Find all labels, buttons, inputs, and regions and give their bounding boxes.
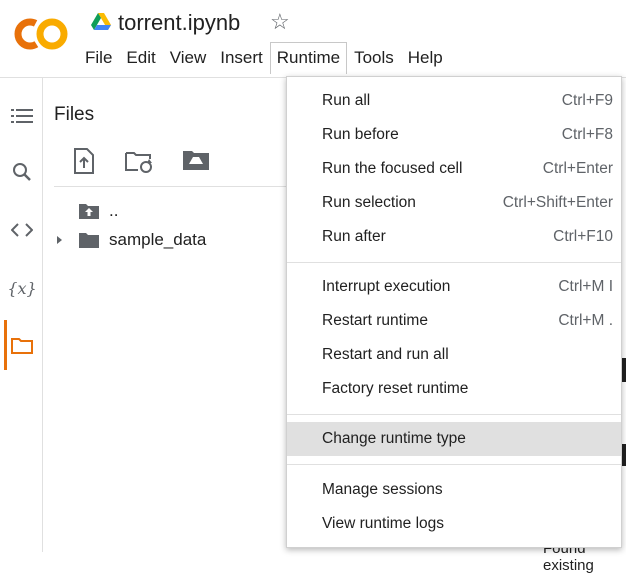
menu-runtime[interactable]: Runtime xyxy=(269,42,348,74)
folder-filled-icon xyxy=(79,233,99,248)
upload-folder-icon xyxy=(79,204,99,219)
folder-icon[interactable] xyxy=(10,333,34,357)
menu-separator xyxy=(287,262,621,263)
files-panel-title: Files xyxy=(54,104,95,125)
menu-insert[interactable]: Insert xyxy=(213,42,270,74)
tree-item-sample-data[interactable]: sample_data xyxy=(54,228,206,252)
menu-item-restart-runtime[interactable]: Restart runtime Ctrl+M . xyxy=(287,304,621,338)
left-rail xyxy=(0,78,42,552)
menu-item-run-before[interactable]: Run before Ctrl+F8 xyxy=(287,118,621,152)
rail-divider xyxy=(42,78,43,552)
colab-logo[interactable] xyxy=(14,14,68,54)
menu-help[interactable]: Help xyxy=(401,42,450,74)
notebook-title[interactable]: torrent.ipynb xyxy=(118,10,240,36)
tree-item-parent[interactable]: .. xyxy=(54,199,118,223)
table-of-contents-icon[interactable] xyxy=(10,104,34,128)
menu-separator xyxy=(287,414,621,415)
active-indicator xyxy=(4,320,7,370)
variables-icon[interactable]: {x} xyxy=(7,276,36,300)
menu-item-restart-and-run-all[interactable]: Restart and run all xyxy=(287,338,621,372)
code-snippets-icon[interactable] xyxy=(10,218,34,242)
menu-item-run-after[interactable]: Run after Ctrl+F10 xyxy=(287,220,621,254)
menu-file[interactable]: File xyxy=(78,42,119,74)
refresh-folder-icon[interactable] xyxy=(124,148,152,176)
tree-item-label: .. xyxy=(109,201,119,220)
menu-item-view-runtime-logs[interactable]: View runtime logs xyxy=(287,507,621,541)
menu-item-manage-sessions[interactable]: Manage sessions xyxy=(287,473,621,507)
runtime-menu: Run all Ctrl+F9 Run before Ctrl+F8 Run the… xyxy=(286,76,622,548)
menu-item-run-focused-cell[interactable]: Run the focused cell Ctrl+Enter xyxy=(287,152,621,186)
menu-item-interrupt-execution[interactable]: Interrupt execution Ctrl+M I xyxy=(287,270,621,304)
tree-item-label: sample_data xyxy=(109,230,207,249)
menubar: File Edit View Insert Runtime Tools Help xyxy=(78,42,450,74)
menu-edit[interactable]: Edit xyxy=(119,42,162,74)
expand-arrow-icon[interactable] xyxy=(54,231,78,249)
menu-separator xyxy=(287,464,621,465)
menu-item-change-runtime-type[interactable]: Change runtime type xyxy=(287,422,621,456)
google-drive-icon xyxy=(91,13,111,30)
mount-drive-icon[interactable] xyxy=(182,148,210,176)
upload-file-icon[interactable] xyxy=(72,148,100,176)
menu-tools[interactable]: Tools xyxy=(347,42,401,74)
star-icon[interactable]: ☆ xyxy=(270,9,290,35)
menu-view[interactable]: View xyxy=(163,42,214,74)
menu-item-factory-reset[interactable]: Factory reset runtime xyxy=(287,372,621,406)
menu-item-run-all[interactable]: Run all Ctrl+F9 xyxy=(287,84,621,118)
menu-item-run-selection[interactable]: Run selection Ctrl+Shift+Enter xyxy=(287,186,621,220)
search-icon[interactable] xyxy=(10,160,34,184)
